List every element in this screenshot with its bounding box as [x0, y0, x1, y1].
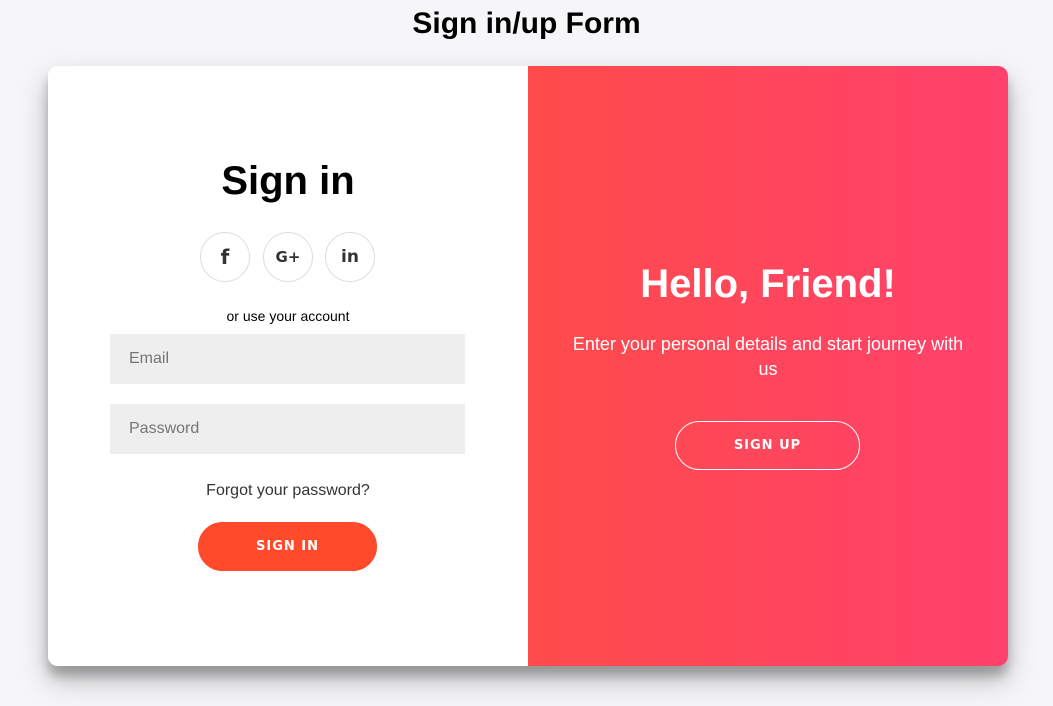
linkedin-login-button[interactable]: in	[325, 232, 375, 282]
password-field[interactable]	[110, 404, 465, 454]
overlay-panel: Hello, Friend! Enter your personal detai…	[528, 66, 1008, 666]
page-title: Sign in/up Form	[412, 7, 641, 40]
auth-container: Sign in f G+ in or use your account Forg…	[48, 66, 1008, 666]
overlay-heading: Hello, Friend!	[640, 262, 896, 306]
overlay-text: Enter your personal details and start jo…	[572, 334, 964, 379]
facebook-icon: f	[220, 245, 230, 269]
linkedin-icon: in	[341, 247, 359, 267]
google-plus-icon: G+	[275, 248, 301, 266]
social-login-row: f G+ in	[200, 232, 376, 282]
google-login-button[interactable]: G+	[263, 232, 313, 282]
forgot-password-link[interactable]: Forgot your password?	[48, 482, 528, 500]
alt-login-text: or use your account	[226, 308, 350, 324]
sign-up-button[interactable]: SIGN UP	[675, 421, 860, 470]
sign-in-button[interactable]: SIGN IN	[198, 522, 377, 571]
facebook-login-button[interactable]: f	[200, 232, 250, 282]
sign-in-heading: Sign in	[221, 159, 355, 203]
email-field[interactable]	[110, 334, 465, 384]
sign-in-panel: Sign in f G+ in or use your account Forg…	[48, 66, 528, 666]
